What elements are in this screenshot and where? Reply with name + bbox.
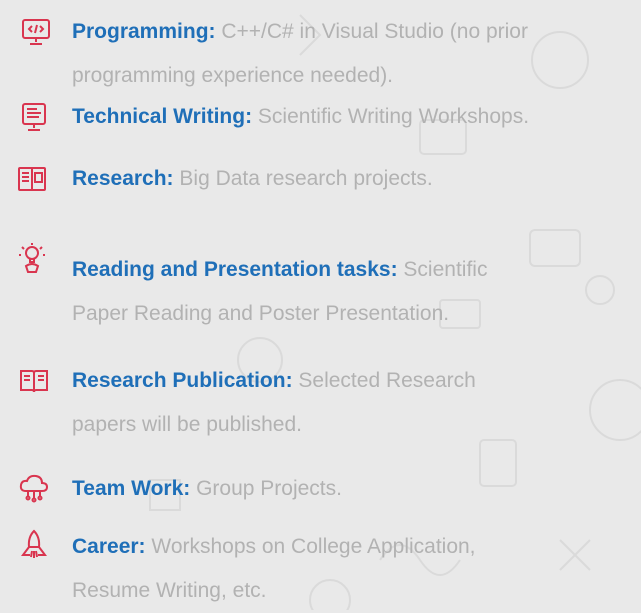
feature-list: Programming: C++/C# in Visual Studio (no… <box>0 0 641 610</box>
item-description-continued: Paper Reading and Poster Presentation. <box>72 302 450 325</box>
item-text: Programming: C++/C# in Visual Studio (no… <box>72 10 641 98</box>
item-description: Big Data research projects. <box>173 167 433 190</box>
item-text: Team Work: Group Projects. <box>72 467 641 511</box>
item-label: Programming: <box>72 20 216 43</box>
item-description: Workshops on College Application, <box>145 535 476 558</box>
item-text: Reading and Presentation tasks: Scientif… <box>72 248 641 336</box>
item-description-continued: programming experience needed). <box>72 64 394 87</box>
code-monitor-icon <box>18 14 54 50</box>
item-description: Selected Research <box>292 369 476 392</box>
rocket-icon <box>16 527 52 563</box>
item-label: Research Publication: <box>72 369 293 392</box>
item-description-continued: papers will be published. <box>72 413 302 436</box>
document-monitor-icon <box>16 99 52 135</box>
open-book-icon <box>16 363 52 399</box>
item-description: Scientific <box>397 258 488 281</box>
item-label: Team Work: <box>72 477 191 500</box>
item-label: Research: <box>72 167 174 190</box>
cloud-network-icon <box>16 469 52 505</box>
idea-hand-icon <box>14 240 50 276</box>
item-text: Research Publication: Selected Research … <box>72 359 641 447</box>
item-text: Career: Workshops on College Application… <box>72 525 641 613</box>
item-label: Reading and Presentation tasks: <box>72 258 398 281</box>
item-description: Group Projects. <box>190 477 342 500</box>
item-label: Technical Writing: <box>72 105 253 128</box>
research-book-icon <box>14 161 50 197</box>
item-description: C++/C# in Visual Studio (no prior <box>215 20 528 43</box>
item-description: Scientific Writing Workshops. <box>252 105 530 128</box>
item-text: Technical Writing: Scientific Writing Wo… <box>72 95 641 139</box>
item-label: Career: <box>72 535 146 558</box>
item-text: Research: Big Data research projects. <box>72 157 641 201</box>
item-description-continued: Resume Writing, etc. <box>72 579 267 602</box>
